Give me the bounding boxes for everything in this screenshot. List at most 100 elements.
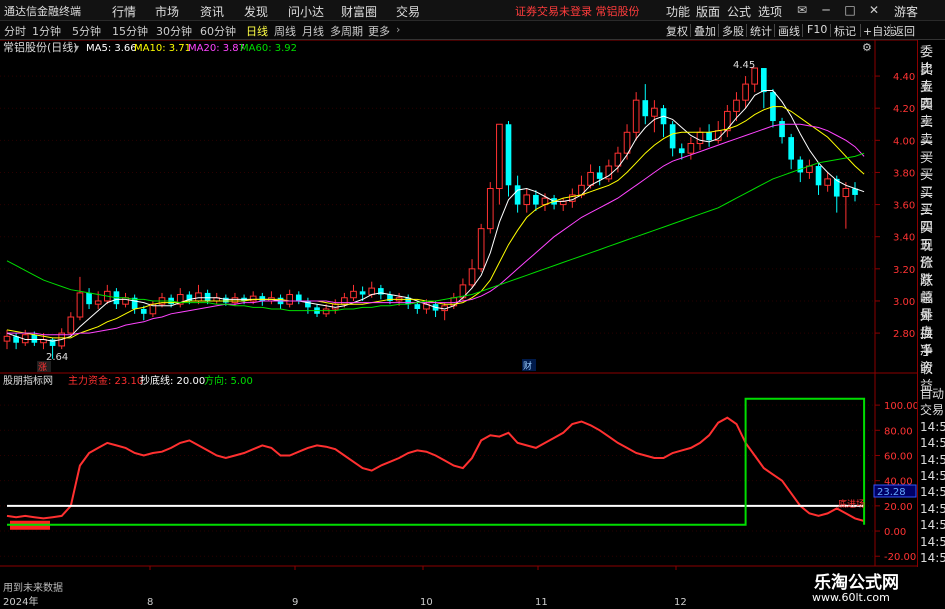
ind-y-tick-label: 80.00	[884, 426, 913, 437]
indicator-direction: 方向: 5.00	[204, 374, 253, 387]
maximize-icon[interactable]: □	[842, 2, 858, 18]
cai-marker[interactable]: 财	[523, 360, 532, 372]
candle-body	[195, 292, 202, 302]
divider	[746, 24, 747, 37]
title-bar: 通达信金融终端 行情 市场 资讯 发现 问小达 财富圈 交易 证券交易未登录 常…	[0, 0, 945, 21]
candle-body	[514, 185, 521, 205]
candle-body	[533, 194, 539, 205]
ind-y-tick-label: 20.00	[884, 502, 913, 513]
minimize-icon[interactable]: ─	[818, 2, 834, 18]
divider	[802, 24, 803, 37]
period-week[interactable]: 周线	[274, 23, 296, 39]
tick-time-3: 14:56	[920, 436, 945, 451]
candle-body	[223, 297, 229, 303]
stock-chart[interactable]: 4.404.204.003.803.603.403.203.002.80100.…	[0, 40, 945, 609]
close-icon[interactable]: ✕	[866, 2, 882, 18]
period-60min[interactable]: 60分钟	[200, 23, 236, 39]
high-price-label: 4.45	[733, 60, 755, 71]
period-day[interactable]: 日线	[246, 23, 268, 39]
ind-y-tick-label: 0.00	[884, 527, 906, 538]
divider	[860, 24, 861, 37]
current-value-text: 23.28	[877, 487, 906, 498]
candle-body	[94, 300, 102, 305]
period-more[interactable]: 更多	[368, 23, 390, 39]
divider	[890, 24, 891, 37]
period-multi[interactable]: 多周期	[330, 23, 363, 39]
ind-y-tick-label: 60.00	[884, 451, 913, 462]
tick-time-8: 14:56	[920, 518, 945, 533]
menu-xuanxiang[interactable]: 选项	[758, 3, 782, 20]
menu-hangqing[interactable]: 行情	[112, 3, 136, 20]
y-tick-label: 4.40	[893, 72, 915, 83]
menu-gongneng[interactable]: 功能	[666, 3, 690, 20]
menu-jiaoyi[interactable]: 交易	[396, 3, 420, 20]
menu-zixun[interactable]: 资讯	[200, 3, 224, 20]
indicator-main-fund: 主力资金: 23.10	[68, 374, 143, 387]
tool-duogu[interactable]: 多股	[722, 23, 744, 39]
period-15min[interactable]: 15分钟	[112, 23, 148, 39]
tool-f10[interactable]: F10	[807, 23, 827, 36]
period-fenshi[interactable]: 分时	[4, 23, 26, 39]
x-label-month-12: 12	[674, 597, 687, 608]
menu-faxian[interactable]: 发现	[244, 3, 268, 20]
x-label-month-8: 8	[147, 597, 153, 608]
indicator-bottom-line: 抄底线: 20.00	[140, 374, 205, 387]
period-5min[interactable]: 5分钟	[72, 23, 101, 39]
candle-body	[669, 124, 676, 149]
tool-back[interactable]: 返回	[893, 23, 915, 39]
period-month[interactable]: 月线	[302, 23, 324, 39]
auto-trade-label-1[interactable]: 交易	[920, 402, 944, 418]
candle-body	[86, 292, 92, 305]
settings-icon[interactable]: ⚙	[862, 41, 872, 54]
menu-wenxiaoda[interactable]: 问小达	[288, 3, 324, 20]
menu-gongshi[interactable]: 公式	[727, 3, 751, 20]
menu-caifuquan[interactable]: 财富圈	[341, 3, 377, 20]
ma20-label: MA20: 3.87	[188, 43, 245, 54]
indicator-name[interactable]: 股朋指标网	[3, 374, 53, 387]
tool-biaoji[interactable]: 标记	[834, 23, 856, 39]
ma60-label: MA60: 3.92	[240, 43, 297, 54]
candle-body	[687, 143, 695, 154]
trade-login-warning[interactable]: 证券交易未登录 常铝股份	[515, 3, 640, 19]
candle-body	[477, 228, 485, 270]
indicator-lines	[6, 397, 866, 530]
stock-label[interactable]: 常铝股份(日线)	[3, 40, 78, 54]
tool-huaxian[interactable]: 画线	[778, 23, 800, 39]
candle-body	[368, 287, 376, 296]
tool-diejia[interactable]: 叠加	[694, 23, 716, 39]
ma5-label: MA5: 3.66	[86, 43, 137, 54]
chevron-right-icon[interactable]: ›	[396, 23, 400, 36]
tool-fuquan[interactable]: 复权	[666, 23, 688, 39]
menu-shichang[interactable]: 市场	[155, 3, 179, 20]
divider	[774, 24, 775, 37]
y-tick-label: 3.00	[893, 297, 915, 308]
period-1min[interactable]: 1分钟	[32, 23, 61, 39]
ma-line-ma60	[6, 152, 865, 312]
x-label-year: 2024年	[3, 595, 38, 608]
candle-body	[322, 308, 330, 315]
candle-body	[642, 100, 649, 117]
divider	[690, 24, 691, 37]
candle-body	[359, 291, 366, 295]
candle-body	[31, 334, 38, 343]
candle-body	[779, 121, 785, 138]
message-icon[interactable]: ✉	[794, 2, 810, 18]
x-label-month-10: 10	[420, 597, 433, 608]
x-label-month-9: 9	[292, 597, 298, 608]
guest-label[interactable]: 游客	[894, 3, 918, 20]
menu-banmian[interactable]: 版面	[696, 3, 720, 20]
watermark-url: www.60lt.com	[812, 591, 890, 604]
y-tick-label: 4.20	[893, 104, 915, 115]
candlestick-series	[3, 67, 858, 359]
y-tick-label: 3.80	[893, 168, 915, 179]
future-data-label: 用到未来数据	[3, 581, 63, 594]
dropdown-icon[interactable]: ▾	[74, 43, 79, 54]
auto-trade-label-0[interactable]: 自动	[920, 386, 944, 402]
tick-time-9: 14:56	[920, 534, 945, 549]
candle-body	[651, 107, 658, 117]
period-30min[interactable]: 30分钟	[156, 23, 192, 39]
buy-signal-label: 底进场	[838, 498, 865, 510]
tool-tongji[interactable]: 统计	[750, 23, 772, 39]
tick-time-7: 14:56	[920, 501, 945, 516]
zhang-marker[interactable]: 涨	[38, 362, 47, 373]
